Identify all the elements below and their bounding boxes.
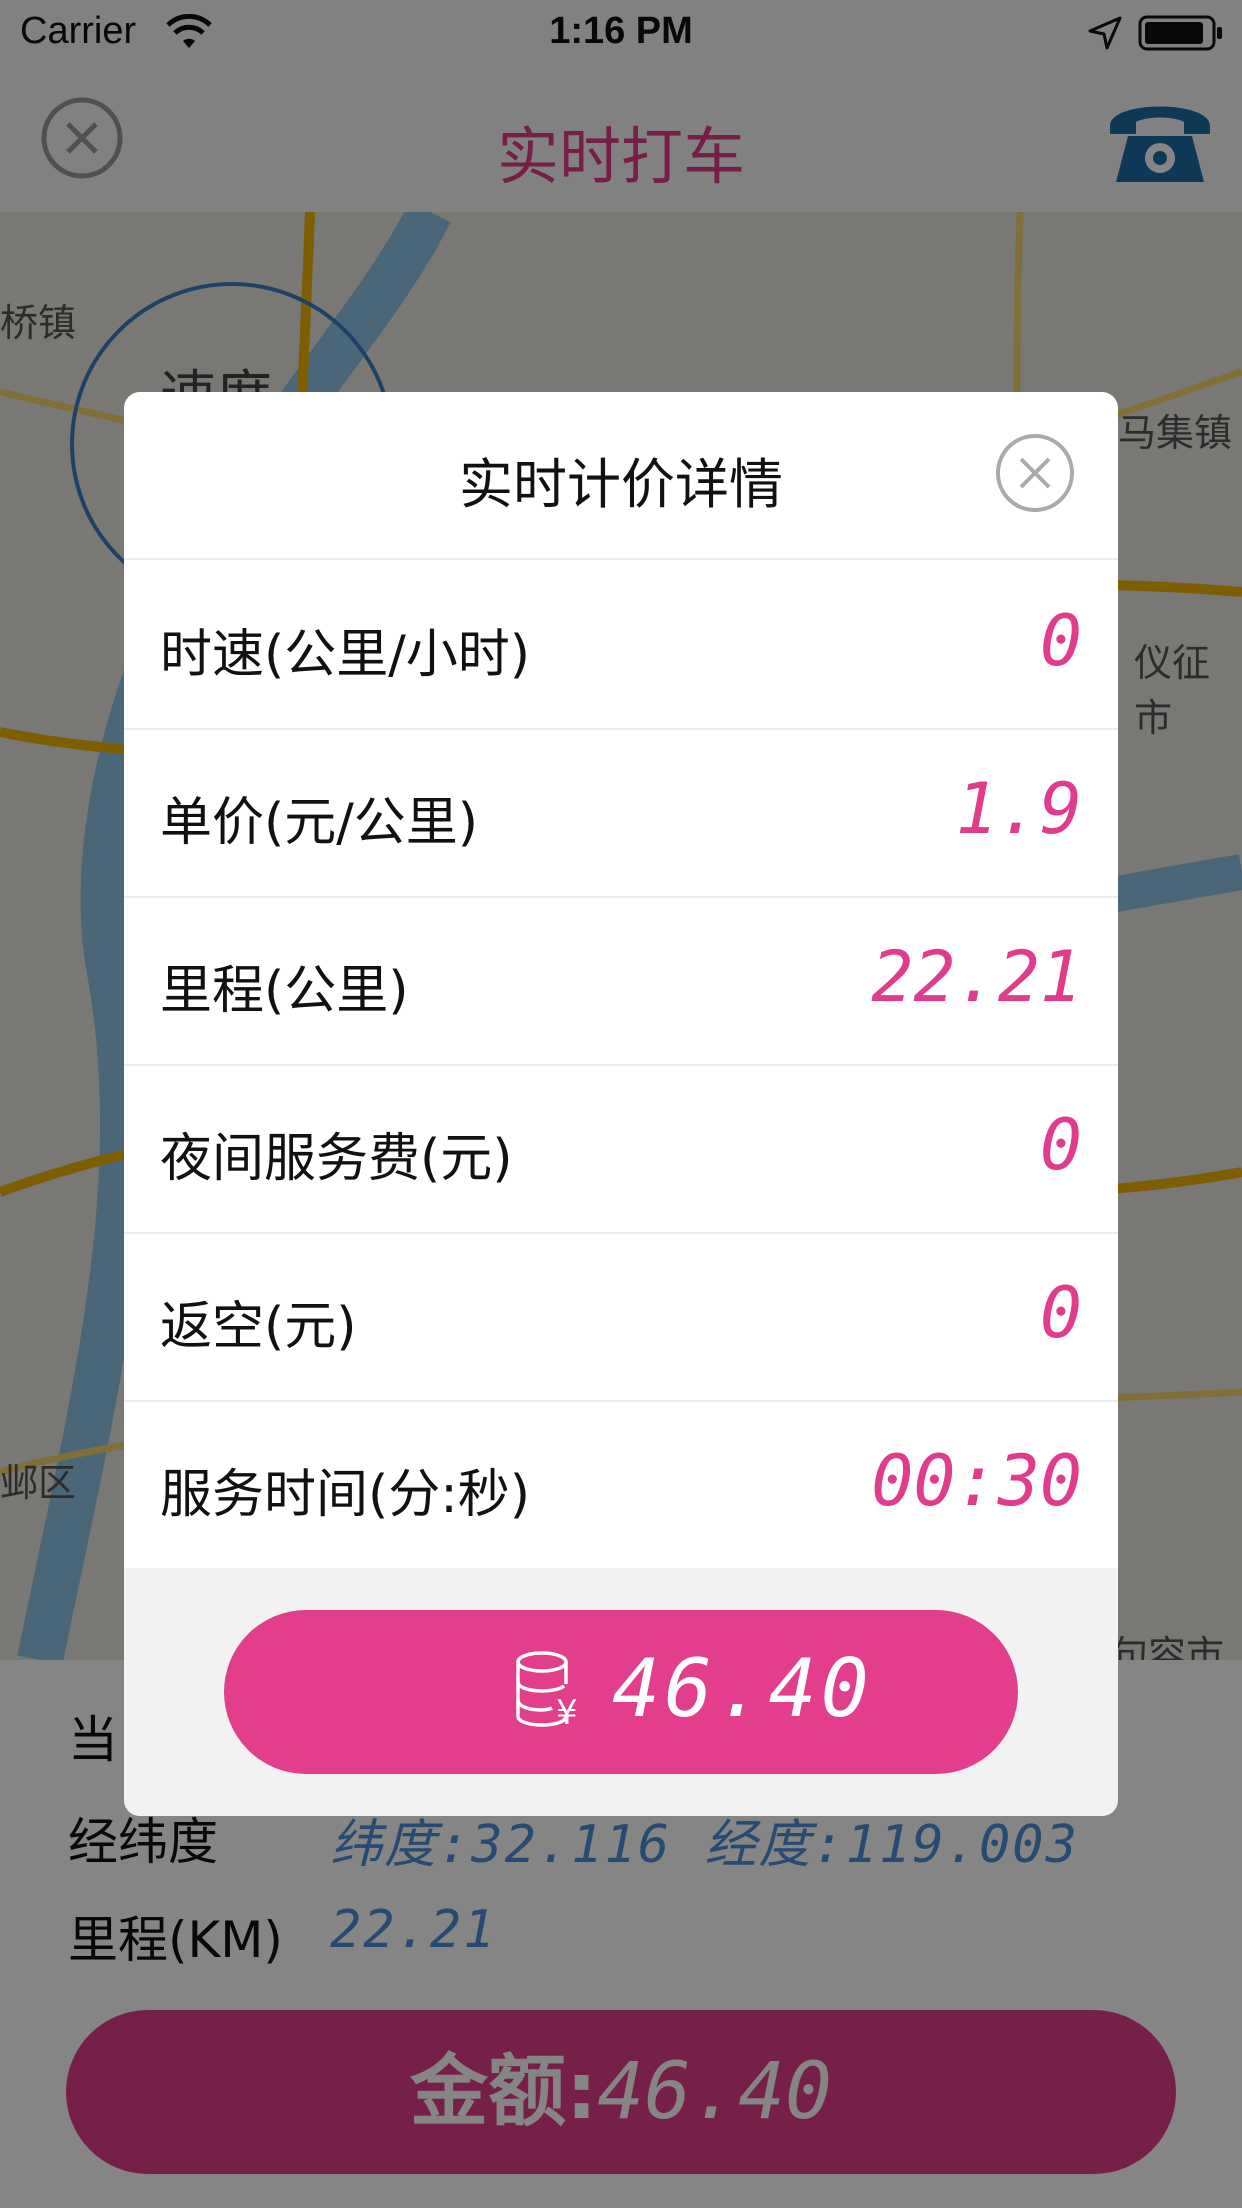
detail-row-mileage: 里程(公里) 22.21 — [124, 896, 1118, 1066]
row-label: 单价(元/公里) — [160, 793, 479, 853]
detail-row-unit-price: 单价(元/公里) 1.9 — [124, 728, 1118, 898]
svg-text:¥: ¥ — [556, 1693, 578, 1732]
modal-footer: ¥ 46.40 — [124, 1568, 1118, 1816]
row-value: 0 — [1039, 600, 1082, 682]
total-fare-button[interactable]: ¥ 46.40 — [224, 1610, 1018, 1774]
pricing-detail-modal: 实时计价详情 时速(公里/小时) 0 单价(元/公里) 1.9 里程(公里) 2… — [124, 392, 1118, 1816]
row-value: 0 — [1039, 1272, 1082, 1354]
detail-row-return-empty: 返空(元) 0 — [124, 1232, 1118, 1402]
close-icon[interactable] — [994, 432, 1076, 514]
row-value: 00:30 — [871, 1440, 1082, 1522]
row-value: 22.21 — [871, 936, 1082, 1018]
total-fare-value: 46.40 — [612, 1642, 873, 1735]
row-label: 服务时间(分:秒) — [160, 1465, 531, 1525]
coin-stack-yen-icon: ¥ — [516, 1651, 578, 1732]
row-label: 时速(公里/小时) — [160, 625, 531, 685]
detail-row-night-fee: 夜间服务费(元) 0 — [124, 1064, 1118, 1234]
detail-row-service-time: 服务时间(分:秒) 00:30 — [124, 1400, 1118, 1568]
row-value: 0 — [1039, 1104, 1082, 1186]
row-label: 夜间服务费(元) — [160, 1129, 513, 1189]
row-label: 返空(元) — [160, 1297, 357, 1357]
row-label: 里程(公里) — [160, 961, 409, 1021]
modal-title: 实时计价详情 — [459, 453, 783, 516]
modal-header: 实时计价详情 — [124, 392, 1118, 560]
row-value: 1.9 — [955, 768, 1082, 850]
detail-row-speed: 时速(公里/小时) 0 — [124, 560, 1118, 730]
